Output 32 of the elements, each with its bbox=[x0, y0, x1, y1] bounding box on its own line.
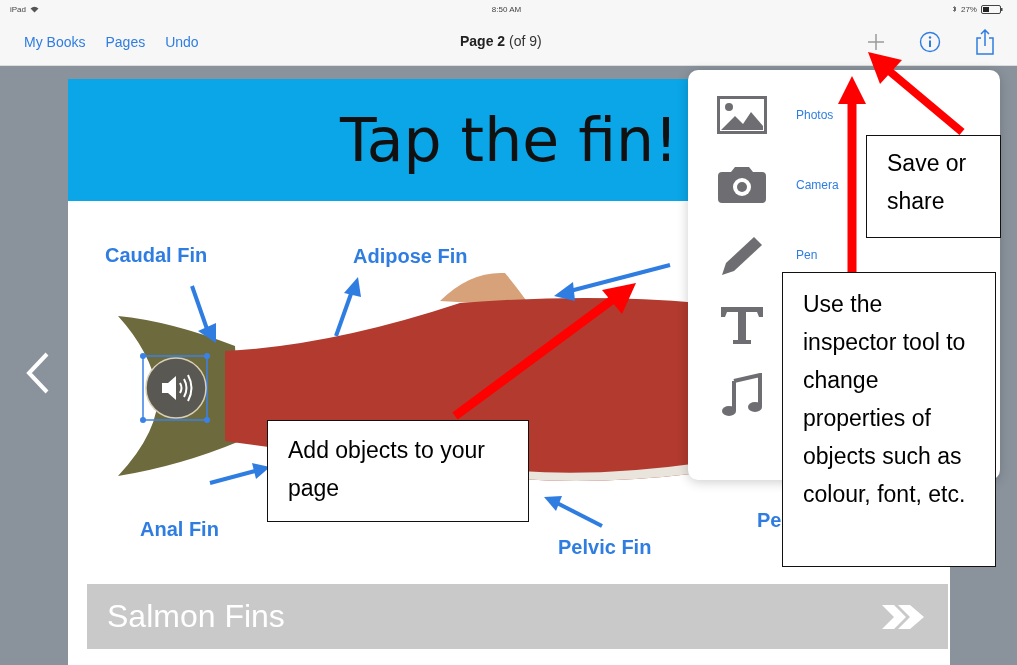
fin-label[interactable]: Pelvic Fin bbox=[558, 536, 652, 559]
arrow bbox=[334, 277, 361, 337]
banner-title: Tap the fin! bbox=[339, 105, 679, 175]
battery-icon bbox=[981, 4, 1003, 14]
fin-label[interactable]: Pe bbox=[757, 509, 782, 532]
nav-button[interactable]: Pages bbox=[99, 31, 152, 52]
callout-text: Add objects to your page bbox=[267, 420, 529, 522]
arrow bbox=[544, 496, 603, 528]
sound-object[interactable] bbox=[140, 353, 210, 423]
camera-icon[interactable] bbox=[716, 166, 768, 204]
fin-label[interactable]: Caudal Fin bbox=[105, 244, 208, 267]
menu-item-label[interactable]: Pen bbox=[796, 248, 818, 262]
battery-percent: 27% bbox=[960, 4, 977, 14]
callout-text: Use the inspector tool to change properties of objects such as colour, font, etc. bbox=[782, 272, 996, 567]
page-title: Page 2 (of 9) bbox=[460, 33, 542, 49]
menu-item-label[interactable]: Camera bbox=[796, 178, 839, 192]
previous-page-icon[interactable] bbox=[25, 351, 51, 395]
share-icon[interactable] bbox=[975, 28, 995, 55]
carrier-label: iPad bbox=[10, 4, 26, 14]
wifi-icon bbox=[30, 5, 39, 13]
fin-label[interactable]: Anal Fin bbox=[140, 518, 219, 541]
image-icon[interactable] bbox=[716, 96, 768, 134]
arrow bbox=[190, 285, 216, 343]
arrow bbox=[209, 463, 270, 485]
clock-label: 8:50 AM bbox=[491, 4, 522, 14]
callout-text: Save or share bbox=[866, 135, 1001, 238]
bluetooth-icon bbox=[951, 5, 957, 13]
menu-item-label[interactable]: Photos bbox=[796, 108, 834, 122]
nav-button[interactable]: My Books bbox=[18, 31, 92, 52]
fin-label[interactable]: Adipose Fin bbox=[353, 245, 468, 268]
nav-button[interactable]: Undo bbox=[159, 31, 205, 52]
info-icon[interactable] bbox=[919, 30, 941, 53]
